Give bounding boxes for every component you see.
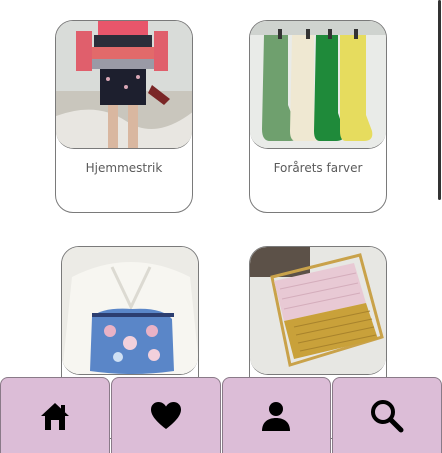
scrollbar[interactable] [438,0,441,200]
nav-profile-button[interactable] [221,377,332,453]
nav-search-button[interactable] [332,377,442,453]
search-icon [371,399,404,432]
nav-favorites-button[interactable] [110,377,221,453]
card-image [62,247,198,375]
person-icon [262,401,291,431]
card-image [56,21,192,149]
bottom-nav [0,377,442,453]
heart-icon [150,401,181,429]
nav-home-button[interactable] [0,377,110,453]
card-title: Forårets farver [273,161,363,175]
card-image [250,21,386,149]
home-icon [40,402,69,430]
category-card-foraarets-farver[interactable]: Forårets farver [249,20,387,213]
card-image [250,247,386,375]
card-title: Hjemmestrik [85,161,163,175]
category-card-hjemmestrik[interactable]: Hjemmestrik [55,20,193,213]
